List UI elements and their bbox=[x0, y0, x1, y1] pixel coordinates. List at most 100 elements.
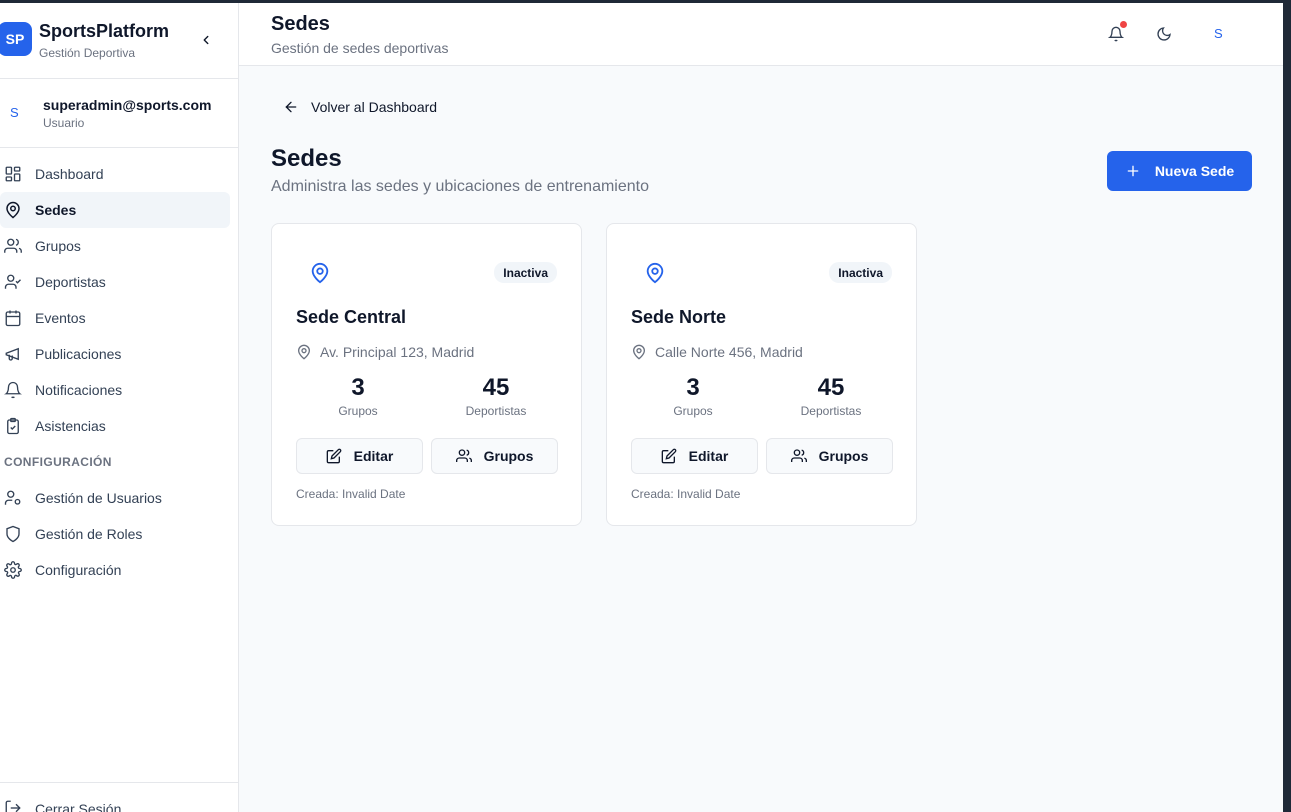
arrow-left-icon bbox=[285, 101, 297, 113]
user-email: superadmin@sports.com bbox=[43, 97, 212, 113]
user-profile[interactable]: S superadmin@sports.com Usuario bbox=[0, 79, 238, 148]
groups-button-label: Grupos bbox=[483, 448, 534, 464]
notification-dot bbox=[1120, 21, 1127, 28]
sede-name: Sede Central bbox=[296, 307, 407, 327]
sidebar-item-asistencias[interactable]: Asistencias bbox=[0, 408, 238, 444]
groups-stat: 3 Grupos bbox=[628, 374, 758, 418]
sidebar-item-gestion-usuarios[interactable]: Gestión de Usuarios bbox=[0, 480, 238, 516]
sidebar-nav: Dashboard Sedes Grupos Deportistas Event… bbox=[0, 156, 238, 588]
sede-card: Inactiva Sede Norte Calle Norte 456, Mad… bbox=[606, 223, 917, 526]
groups-stat-label: Grupos bbox=[338, 404, 378, 418]
groups-stat-label: Grupos bbox=[673, 404, 713, 418]
brand-logo[interactable]: SP bbox=[0, 22, 32, 56]
edit-label: Editar bbox=[688, 448, 729, 464]
sidebar-item-configuracion[interactable]: Configuración bbox=[0, 552, 238, 588]
logout-label: Cerrar Sesión bbox=[35, 801, 122, 812]
sidebar-item-label: Sedes bbox=[35, 202, 77, 218]
groups-button-label: Grupos bbox=[818, 448, 869, 464]
back-to-dashboard-link[interactable]: Volver al Dashboard bbox=[283, 99, 437, 115]
dashboard-icon bbox=[5, 166, 21, 182]
brand-name: SportsPlatform bbox=[39, 21, 170, 41]
sidebar-item-dashboard[interactable]: Dashboard bbox=[0, 156, 238, 192]
edit-icon bbox=[661, 448, 677, 464]
shield-icon bbox=[6, 525, 20, 543]
users-icon bbox=[455, 449, 472, 462]
status-badge: Inactiva bbox=[494, 262, 557, 283]
sidebar-item-label: Grupos bbox=[35, 238, 81, 254]
map-pin-icon bbox=[646, 262, 664, 284]
sede-address-text: Calle Norte 456, Madrid bbox=[655, 344, 803, 360]
map-pin-icon bbox=[297, 344, 311, 360]
top-header: Sedes Gestión de sedes deportivas S bbox=[239, 3, 1283, 66]
athletes-stat-label: Deportistas bbox=[800, 404, 862, 418]
created-date: Creada: Invalid Date bbox=[296, 487, 406, 501]
sidebar-item-eventos[interactable]: Eventos bbox=[0, 300, 238, 336]
header-title: Sedes bbox=[271, 13, 330, 35]
edit-label: Editar bbox=[353, 448, 394, 464]
sidebar-item-label: Gestión de Usuarios bbox=[35, 490, 162, 506]
plus-icon bbox=[1127, 165, 1139, 177]
users-icon bbox=[790, 449, 807, 462]
edit-button[interactable]: Editar bbox=[296, 438, 423, 474]
groups-button[interactable]: Grupos bbox=[766, 438, 893, 474]
sede-address: Av. Principal 123, Madrid bbox=[296, 344, 474, 360]
theme-toggle-button[interactable] bbox=[1153, 23, 1175, 45]
config-section-heading: CONFIGURACIÓN bbox=[4, 455, 112, 469]
new-sede-label: Nueva Sede bbox=[1154, 163, 1235, 179]
header-subtitle: Gestión de sedes deportivas bbox=[271, 40, 449, 56]
page-subtitle: Administra las sedes y ubicaciones de en… bbox=[271, 178, 649, 195]
groups-count: 3 bbox=[351, 374, 365, 401]
sidebar-item-label: Configuración bbox=[35, 562, 122, 578]
users-icon bbox=[4, 238, 22, 253]
notifications-button[interactable] bbox=[1105, 21, 1127, 45]
edit-button[interactable]: Editar bbox=[631, 438, 758, 474]
athletes-stat-label: Deportistas bbox=[465, 404, 527, 418]
sede-card: Inactiva Sede Central Av. Principal 123,… bbox=[271, 223, 582, 526]
logout-icon bbox=[5, 800, 21, 812]
sede-name: Sede Norte bbox=[631, 307, 727, 327]
sede-address-text: Av. Principal 123, Madrid bbox=[320, 344, 475, 360]
sidebar-item-grupos[interactable]: Grupos bbox=[0, 228, 238, 264]
user-avatar: S bbox=[10, 105, 19, 120]
clipboard-check-icon bbox=[7, 417, 19, 435]
sidebar-item-publicaciones[interactable]: Publicaciones bbox=[0, 336, 238, 372]
sidebar-item-deportistas[interactable]: Deportistas bbox=[0, 264, 238, 300]
athletes-stat: 45 Deportistas bbox=[431, 374, 561, 418]
edit-icon bbox=[326, 448, 342, 464]
brand-header: SP SportsPlatform Gestión Deportiva bbox=[0, 0, 238, 79]
brand-subtitle: Gestión Deportiva bbox=[39, 46, 136, 60]
gear-icon bbox=[4, 561, 22, 579]
moon-icon bbox=[1157, 27, 1171, 41]
page-title: Sedes bbox=[271, 145, 342, 172]
sidebar-item-label: Publicaciones bbox=[35, 346, 122, 362]
user-role: Usuario bbox=[43, 116, 85, 130]
window-right-border bbox=[1283, 0, 1291, 812]
new-sede-button[interactable]: Nueva Sede bbox=[1107, 151, 1252, 191]
sidebar-item-label: Deportistas bbox=[35, 274, 106, 290]
bell-icon bbox=[1108, 26, 1124, 42]
athletes-count: 45 bbox=[482, 374, 510, 401]
sidebar-item-label: Asistencias bbox=[35, 418, 106, 434]
sidebar-item-label: Notificaciones bbox=[35, 382, 123, 398]
created-date: Creada: Invalid Date bbox=[631, 487, 741, 501]
sidebar-item-label: Gestión de Roles bbox=[35, 526, 143, 542]
sidebar-item-gestion-roles[interactable]: Gestión de Roles bbox=[0, 516, 238, 552]
back-link-label: Volver al Dashboard bbox=[311, 99, 438, 115]
status-badge: Inactiva bbox=[829, 262, 892, 283]
groups-button[interactable]: Grupos bbox=[431, 438, 558, 474]
header-avatar[interactable]: S bbox=[1214, 26, 1223, 41]
collapse-sidebar-button[interactable] bbox=[196, 30, 216, 50]
window-top-border bbox=[0, 0, 1291, 3]
sidebar-item-notificaciones[interactable]: Notificaciones bbox=[0, 372, 238, 408]
sidebar-item-label: Dashboard bbox=[35, 166, 104, 182]
user-check-icon bbox=[4, 274, 21, 289]
sidebar-item-sedes[interactable]: Sedes bbox=[0, 192, 230, 228]
sede-address: Calle Norte 456, Madrid bbox=[631, 344, 803, 360]
athletes-stat: 45 Deportistas bbox=[766, 374, 896, 418]
calendar-icon bbox=[5, 310, 21, 327]
megaphone-icon bbox=[5, 347, 19, 361]
logout-button[interactable]: Cerrar Sesión bbox=[0, 782, 238, 812]
sidebar: SP SportsPlatform Gestión Deportiva S su… bbox=[0, 0, 239, 812]
bell-icon bbox=[4, 381, 22, 399]
groups-stat: 3 Grupos bbox=[293, 374, 423, 418]
